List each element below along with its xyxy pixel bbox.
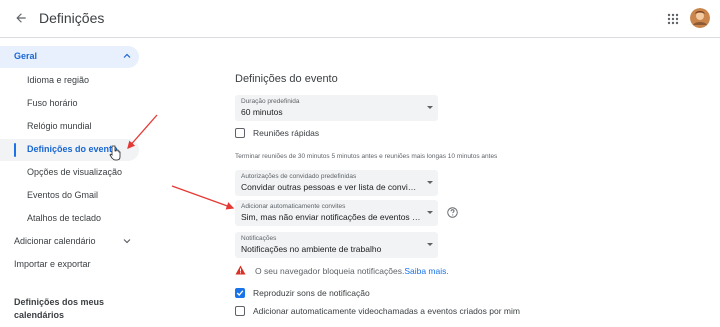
select-value: 60 minutos: [241, 107, 283, 117]
sidebar-item-label: Adicionar calendário: [14, 236, 96, 246]
warning-text: O seu navegador bloqueia notificações.Sa…: [255, 266, 449, 276]
checkbox-label: Adicionar automaticamente videochamadas …: [253, 306, 520, 316]
account-avatar[interactable]: [690, 8, 710, 28]
arrow-back-icon: [16, 13, 26, 23]
speedy-meetings-row[interactable]: Reuniões rápidas: [235, 127, 355, 141]
dropdown-caret-icon: [427, 181, 433, 184]
select-value: Notificações no ambiente de trabalho: [241, 244, 382, 254]
back-button[interactable]: [10, 7, 32, 29]
chevron-up-icon: [123, 53, 131, 58]
sidebar-section-title: Definições dos meus calendários: [14, 297, 105, 320]
auto-video-checkbox[interactable]: [235, 306, 245, 316]
warning-icon: [235, 265, 246, 275]
checkbox-label: Reproduzir sons de notificação: [253, 288, 370, 298]
sidebar-item-definicoes-evento[interactable]: Definições do evento: [0, 139, 139, 161]
select-value: Convidar outras pessoas e ver lista de c…: [241, 182, 421, 192]
check-icon: [236, 290, 244, 296]
sidebar-item-label: Fuso horário: [27, 98, 78, 108]
sidebar-item-eventos-gmail[interactable]: Eventos do Gmail: [0, 185, 139, 207]
sidebar-item-label: Relógio mundial: [27, 121, 92, 131]
select-caption: Duração predefinida: [241, 98, 300, 105]
select-caption: Adicionar automaticamente convites: [241, 203, 346, 210]
sidebar-item-label: Importar e exportar: [14, 259, 91, 269]
avatar-image: [690, 8, 710, 28]
dropdown-caret-icon: [427, 243, 433, 246]
select-caption: Autorizações de convidado predefinidas: [241, 173, 357, 180]
learn-more-link[interactable]: Saiba mais.: [404, 266, 448, 276]
select-value: Sim, mas não enviar notificações de even…: [241, 212, 421, 222]
settings-sidebar: Geral Idioma e região Fuso horário Relóg…: [0, 38, 220, 327]
section-heading: Definições do evento: [235, 73, 338, 85]
app-header: Definições: [0, 0, 720, 38]
sidebar-item-atalhos[interactable]: Atalhos de teclado: [0, 208, 139, 230]
auto-video-row[interactable]: Adicionar automaticamente videochamadas …: [235, 305, 525, 319]
sidebar-item-label: Idioma e região: [27, 75, 90, 85]
sidebar-item-label: Atalhos de teclado: [27, 213, 102, 223]
sidebar-item-idioma[interactable]: Idioma e região: [0, 70, 139, 92]
sidebar-item-fuso[interactable]: Fuso horário: [0, 93, 139, 115]
duration-select[interactable]: Duração predefinida 60 minutos: [235, 95, 438, 121]
checkbox-label: Reuniões rápidas: [253, 128, 320, 138]
notifications-select[interactable]: Notificações Notificações no ambiente de…: [235, 232, 438, 258]
help-icon[interactable]: [447, 207, 458, 218]
sidebar-item-opcoes-visualizacao[interactable]: Opções de visualização: [0, 162, 139, 184]
sidebar-item-adicionar-calendario[interactable]: Adicionar calendário: [0, 232, 139, 252]
sidebar-item-importar-exportar[interactable]: Importar e exportar: [0, 255, 139, 275]
speedy-meetings-hint: Terminar reuniões de 30 minutos 5 minuto…: [235, 153, 498, 160]
speedy-meetings-checkbox[interactable]: [235, 128, 245, 138]
dropdown-caret-icon: [427, 106, 433, 109]
chevron-down-icon: [123, 239, 131, 244]
sidebar-item-label: Opções de visualização: [27, 167, 123, 177]
sidebar-group-label: Geral: [14, 51, 38, 61]
apps-grid-icon: [667, 13, 679, 25]
active-indicator: [14, 143, 16, 157]
sidebar-item-label: Eventos do Gmail: [27, 190, 99, 200]
dropdown-caret-icon: [427, 211, 433, 214]
warning-message: O seu navegador bloqueia notificações.: [255, 266, 405, 276]
page-title: Definições: [39, 10, 105, 26]
auto-add-invites-select[interactable]: Adicionar automaticamente convites Sim, …: [235, 200, 438, 226]
sidebar-item-relogio[interactable]: Relógio mundial: [0, 116, 139, 138]
sidebar-item-label: Definições do evento: [27, 144, 118, 154]
play-sounds-checkbox[interactable]: [235, 288, 245, 298]
sidebar-group-geral[interactable]: Geral: [0, 46, 139, 68]
play-sounds-row[interactable]: Reproduzir sons de notificação: [235, 287, 395, 301]
guest-permissions-select[interactable]: Autorizações de convidado predefinidas C…: [235, 170, 438, 196]
select-caption: Notificações: [241, 235, 277, 242]
apps-button[interactable]: [663, 9, 683, 29]
